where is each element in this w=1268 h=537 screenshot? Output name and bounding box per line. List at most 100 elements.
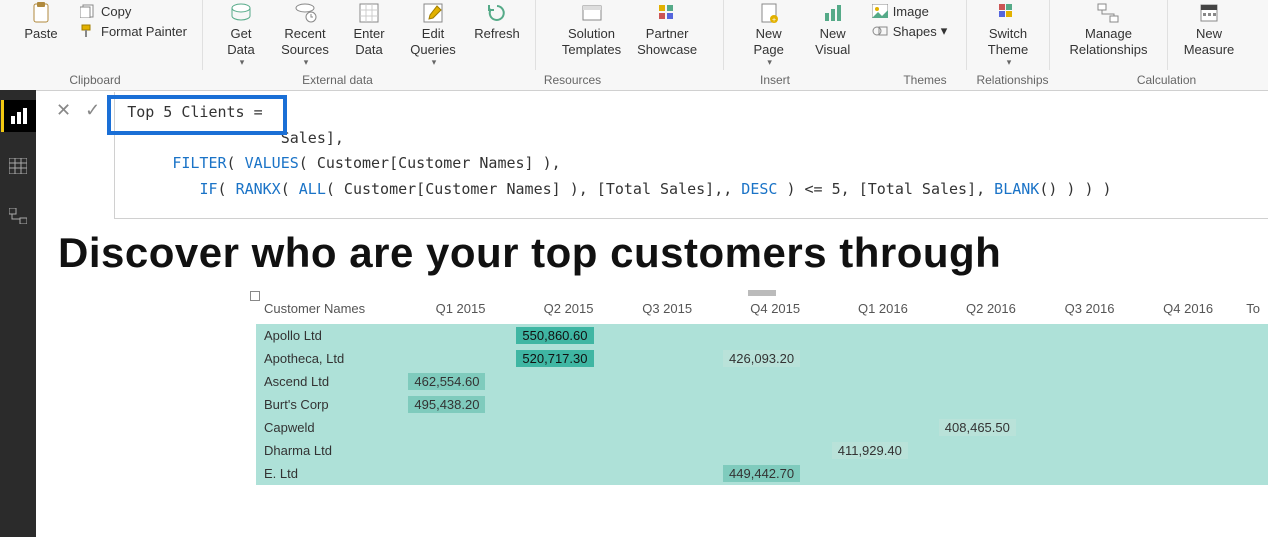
cell-empty — [385, 462, 493, 485]
group-relationships: Relationships — [960, 70, 1065, 90]
page-headline: Discover who are your top customers thro… — [42, 225, 1268, 287]
group-clipboard: Clipboard — [0, 70, 190, 90]
formula-bar: ✕ ✓ Top 5 Clients = Sales], FILTER( VALU… — [42, 92, 1268, 219]
partner-showcase-button[interactable]: Partner Showcase — [629, 0, 705, 57]
cell-empty — [1221, 324, 1268, 347]
format-painter-icon — [79, 23, 97, 39]
cell-empty — [385, 347, 493, 370]
cell-empty — [808, 393, 916, 416]
table-row[interactable]: Apollo Ltd550,860.60 — [256, 324, 1268, 347]
enter-data-icon — [359, 2, 379, 24]
solution-templates-icon — [582, 2, 602, 24]
cell-empty — [1122, 393, 1221, 416]
cell-empty — [916, 347, 1024, 370]
formula-input[interactable]: Top 5 Clients = Sales], FILTER( VALUES( … — [114, 92, 1268, 219]
table-row[interactable]: Burt's Corp495,438.20 — [256, 393, 1268, 416]
get-data-button[interactable]: Get Data▾ — [209, 0, 273, 68]
image-button[interactable]: Image — [865, 2, 954, 20]
edit-queries-button[interactable]: Edit Queries▾ — [401, 0, 465, 68]
cell-empty — [1221, 439, 1268, 462]
cell-value: 411,929.40 — [808, 439, 916, 462]
cell-empty — [385, 439, 493, 462]
column-header[interactable]: Q3 2016 — [1024, 297, 1123, 324]
cell-empty — [916, 393, 1024, 416]
cell-value: 449,442.70 — [700, 462, 808, 485]
view-sidebar — [0, 90, 36, 537]
new-measure-button[interactable]: New Measure — [1176, 0, 1243, 57]
table-row[interactable]: Capweld 408,465.50 — [256, 416, 1268, 439]
cell-empty — [808, 416, 916, 439]
manage-relationships-button[interactable]: Manage Relationships — [1061, 0, 1155, 57]
cell-empty — [1122, 416, 1221, 439]
copy-button[interactable]: Copy — [73, 2, 193, 20]
new-visual-button[interactable]: New Visual — [801, 0, 865, 57]
column-header[interactable]: To — [1221, 297, 1268, 324]
cell-empty — [1221, 347, 1268, 370]
cell-empty — [493, 439, 601, 462]
model-view-button[interactable] — [2, 200, 34, 232]
column-header[interactable]: Q2 2015 — [493, 297, 601, 324]
cell-empty — [385, 416, 493, 439]
new-page-button[interactable]: + New Page▾ — [737, 0, 801, 68]
solution-templates-button[interactable]: Solution Templates — [554, 0, 629, 57]
report-canvas[interactable]: Discover who are your top customers thro… — [42, 225, 1268, 537]
paste-button[interactable]: Paste — [9, 0, 73, 42]
resize-handle-icon[interactable] — [250, 291, 260, 301]
table-row[interactable]: Apotheca, Ltd520,717.30426,093.20 — [256, 347, 1268, 370]
column-header[interactable]: Q4 2016 — [1122, 297, 1221, 324]
matrix-visual[interactable]: Customer NamesQ1 2015Q2 2015Q3 2015Q4 20… — [256, 297, 1268, 485]
table-row[interactable]: E. Ltd 449,442.70 — [256, 462, 1268, 485]
cell-empty — [1024, 370, 1123, 393]
edit-queries-icon — [423, 2, 443, 24]
paste-label: Paste — [24, 26, 57, 42]
refresh-button[interactable]: Refresh — [465, 0, 529, 42]
table-row[interactable]: Ascend Ltd462,554.60 — [256, 370, 1268, 393]
refresh-icon — [487, 2, 507, 24]
cell-empty — [1122, 439, 1221, 462]
cell-empty — [602, 347, 701, 370]
cell-empty — [1024, 416, 1123, 439]
enter-data-button[interactable]: Enter Data — [337, 0, 401, 57]
cell-empty — [1122, 370, 1221, 393]
switch-theme-button[interactable]: Switch Theme▾ — [976, 0, 1040, 68]
column-header[interactable]: Q3 2015 — [602, 297, 701, 324]
row-header: E. Ltd — [256, 462, 385, 485]
column-header[interactable]: Q1 2015 — [385, 297, 493, 324]
cell-empty — [493, 393, 601, 416]
row-header: Ascend Ltd — [256, 370, 385, 393]
column-header[interactable]: Q1 2016 — [808, 297, 916, 324]
recent-sources-icon — [294, 2, 316, 24]
cell-empty — [808, 370, 916, 393]
cell-empty — [1221, 393, 1268, 416]
paste-icon — [31, 2, 51, 24]
group-insert: Insert — [660, 70, 890, 90]
column-header[interactable]: Customer Names — [256, 297, 385, 324]
get-data-icon — [230, 2, 252, 24]
cell-value: 520,717.30 — [493, 347, 601, 370]
cell-empty — [493, 462, 601, 485]
new-page-icon: + — [760, 2, 778, 24]
cell-empty — [700, 324, 808, 347]
cell-empty — [1122, 347, 1221, 370]
format-painter-button[interactable]: Format Painter — [73, 22, 193, 40]
recent-sources-button[interactable]: Recent Sources▾ — [273, 0, 337, 68]
cell-empty — [916, 370, 1024, 393]
cell-empty — [1221, 416, 1268, 439]
data-view-button[interactable] — [2, 150, 34, 182]
group-themes: Themes — [890, 70, 960, 90]
cell-empty — [700, 439, 808, 462]
cell-value: 408,465.50 — [916, 416, 1024, 439]
column-header[interactable]: Q4 2015 — [700, 297, 808, 324]
column-header[interactable]: Q2 2016 — [916, 297, 1024, 324]
row-header: Capweld — [256, 416, 385, 439]
cell-empty — [916, 462, 1024, 485]
cell-empty — [493, 370, 601, 393]
table-row[interactable]: Dharma Ltd411,929.40 — [256, 439, 1268, 462]
formula-commit-button[interactable]: ✓ — [85, 100, 100, 121]
formula-cancel-button[interactable]: ✕ — [56, 100, 71, 121]
drag-handle-icon[interactable] — [748, 290, 776, 296]
cell-empty — [493, 416, 601, 439]
shapes-button[interactable]: Shapes▾ — [865, 22, 954, 40]
report-view-button[interactable] — [1, 100, 36, 132]
manage-relationships-icon — [1097, 2, 1119, 24]
